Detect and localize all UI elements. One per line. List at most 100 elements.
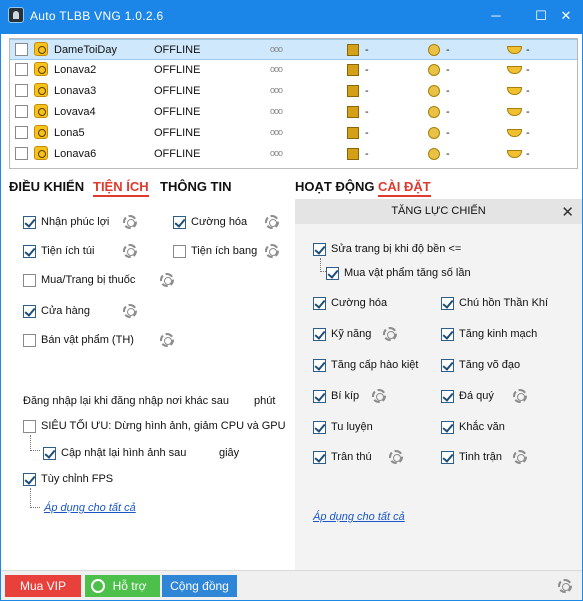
tab-activity[interactable]: HOẠT ĐỘNG — [295, 179, 374, 194]
cua-hang-gear-icon[interactable] — [123, 304, 137, 318]
chu-hon-setting[interactable]: Chú hồn Thần Khí — [441, 296, 561, 312]
refresh-image-option[interactable]: Cập nhật lại hình ảnh sau — [43, 446, 213, 462]
tien-ich-bang-checkbox[interactable] — [173, 245, 186, 258]
account-checkbox[interactable] — [15, 43, 28, 56]
ban-vat-pham-checkbox[interactable] — [23, 334, 36, 347]
cuong-hoa-gear-icon[interactable] — [265, 215, 279, 229]
buy-items-option[interactable]: Mua vật phẩm tăng số lần — [326, 266, 491, 282]
bi-kip-checkbox[interactable] — [313, 390, 326, 403]
ban-vat-pham-gear-icon[interactable] — [160, 333, 174, 347]
tu-luyen-setting[interactable]: Tu luyện — [313, 420, 423, 436]
cuong-hoa-checkbox[interactable] — [173, 216, 186, 229]
custom-fps-option[interactable]: Tùy chỉnh FPS — [23, 472, 133, 488]
apply-all-left-link[interactable]: Áp dụng cho tất cả — [44, 502, 136, 514]
khac-van-checkbox[interactable] — [441, 421, 454, 434]
close-button[interactable]: ✕ — [555, 6, 577, 26]
account-checkbox[interactable] — [15, 63, 28, 76]
tang-vo-dao-checkbox[interactable] — [441, 359, 454, 372]
nhan-phuc-loi-checkbox[interactable] — [23, 216, 36, 229]
tab-control[interactable]: ĐIỀU KHIỂN — [9, 179, 84, 194]
account-list[interactable]: DameToiDay OFFLINE ooo - - - Lonava2 OFF… — [9, 38, 578, 169]
tinh-tran-setting[interactable]: Tinh trận — [441, 450, 511, 466]
account-row[interactable]: Lonava3 OFFLINE ooo - - - — [10, 81, 577, 102]
maximize-button[interactable]: ☐ — [530, 6, 552, 26]
ingot-icon — [507, 46, 522, 54]
super-optimize-option[interactable]: SIÊU TỐI ƯU: Dừng hình ảnh, giảm CPU và … — [23, 419, 286, 435]
bi-kip-gear-icon[interactable] — [372, 389, 386, 403]
ky-nang-label: Kỹ năng — [331, 328, 372, 340]
account-status: OFFLINE — [154, 106, 201, 118]
account-checkbox[interactable] — [15, 126, 28, 139]
account-row[interactable]: Lonava6 OFFLINE ooo - - - — [10, 144, 577, 165]
settings-panel-title: TĂNG LỰC CHIẾN — [391, 205, 486, 217]
mua-trang-bi-thuoc-checkbox[interactable] — [23, 274, 36, 287]
super-optimize-checkbox[interactable] — [23, 420, 36, 433]
da-quy-gear-icon[interactable] — [513, 389, 527, 403]
cuong-hoa-setting-checkbox[interactable] — [313, 297, 326, 310]
da-quy-checkbox[interactable] — [441, 390, 454, 403]
coin-icon — [428, 64, 440, 76]
apply-all-right-link[interactable]: Áp dụng cho tất cả — [313, 511, 405, 523]
khac-van-label: Khắc văn — [459, 421, 505, 433]
tang-cap-hao-kiet-setting[interactable]: Tăng cấp hào kiệt — [313, 358, 433, 374]
tang-vo-dao-setting[interactable]: Tăng võ đạo — [441, 358, 551, 374]
support-button[interactable]: Hỗ trợ — [85, 575, 160, 597]
tien-ich-bang-option[interactable]: Tiện ích bang — [173, 244, 273, 260]
tinh-tran-checkbox[interactable] — [441, 451, 454, 464]
nhan-phuc-loi-gear-icon[interactable] — [123, 215, 137, 229]
cuong-hoa-setting[interactable]: Cường hóa — [313, 296, 423, 312]
tab-settings[interactable]: CÀI ĐẶT — [378, 179, 431, 197]
tang-kinh-mach-checkbox[interactable] — [441, 328, 454, 341]
khac-van-setting[interactable]: Khắc văn — [441, 420, 551, 436]
cua-hang-checkbox[interactable] — [23, 305, 36, 318]
settings-panel-close-icon[interactable]: ✕ — [561, 203, 574, 221]
account-row[interactable]: Lonava2 OFFLINE ooo - - - — [10, 60, 577, 81]
tran-thu-checkbox[interactable] — [313, 451, 326, 464]
gold-bar-value: - — [365, 85, 369, 97]
account-checkbox[interactable] — [15, 84, 28, 97]
coin-value: - — [446, 127, 450, 139]
cua-hang-option[interactable]: Cửa hàng — [23, 304, 123, 320]
buy-vip-button[interactable]: Mua VIP — [5, 575, 81, 597]
ban-vat-pham-option[interactable]: Bán vật phẩm (TH) — [23, 333, 163, 349]
account-name: Lonava6 — [54, 148, 97, 160]
tab-utilities[interactable]: TIỆN ÍCH — [93, 179, 149, 197]
cuong-hoa-option[interactable]: Cường hóa — [173, 215, 273, 231]
tinh-tran-gear-icon[interactable] — [513, 450, 527, 464]
tang-vo-dao-label: Tăng võ đạo — [459, 359, 521, 371]
tu-luyen-label: Tu luyện — [331, 421, 373, 433]
ky-nang-setting[interactable]: Kỹ năng — [313, 327, 373, 343]
da-quy-setting[interactable]: Đá quý — [441, 389, 511, 405]
tab-info[interactable]: THÔNG TIN — [160, 179, 232, 194]
chu-hon-checkbox[interactable] — [441, 297, 454, 310]
tien-ich-tui-checkbox[interactable] — [23, 245, 36, 258]
account-row[interactable]: Lovava4 OFFLINE ooo - - - — [10, 102, 577, 123]
repair-equipment-option[interactable]: Sửa trang bị khi độ bền <= — [313, 242, 488, 258]
minimize-button[interactable]: ─ — [485, 6, 507, 26]
mua-trang-bi-thuoc-option[interactable]: Mua/Trang bị thuốc — [23, 273, 163, 289]
account-dots: ooo — [270, 127, 283, 137]
ky-nang-checkbox[interactable] — [313, 328, 326, 341]
account-row[interactable]: Lona5 OFFLINE ooo - - - — [10, 123, 577, 144]
tien-ich-tui-option[interactable]: Tiện ích túi — [23, 244, 133, 260]
nhan-phuc-loi-option[interactable]: Nhận phúc lợi — [23, 215, 133, 231]
community-button[interactable]: Cộng đồng — [162, 575, 237, 597]
account-row[interactable]: DameToiDay OFFLINE ooo - - - — [10, 39, 577, 60]
mua-trang-bi-thuoc-gear-icon[interactable] — [160, 273, 174, 287]
tu-luyen-checkbox[interactable] — [313, 421, 326, 434]
account-checkbox[interactable] — [15, 147, 28, 160]
ky-nang-gear-icon[interactable] — [383, 327, 397, 341]
tang-kinh-mach-setting[interactable]: Tăng kinh mạch — [441, 327, 551, 343]
repair-equipment-checkbox[interactable] — [313, 243, 326, 256]
account-checkbox[interactable] — [15, 105, 28, 118]
tien-ich-tui-gear-icon[interactable] — [123, 244, 137, 258]
tran-thu-setting[interactable]: Trân thú — [313, 450, 383, 466]
tran-thu-gear-icon[interactable] — [389, 450, 403, 464]
custom-fps-checkbox[interactable] — [23, 473, 36, 486]
refresh-image-checkbox[interactable] — [43, 447, 56, 460]
tang-cap-hao-kiet-checkbox[interactable] — [313, 359, 326, 372]
tien-ich-bang-gear-icon[interactable] — [265, 244, 279, 258]
gold-bar-value: - — [365, 148, 369, 160]
buy-items-checkbox[interactable] — [326, 267, 339, 280]
settings-gear-icon[interactable] — [558, 579, 572, 593]
